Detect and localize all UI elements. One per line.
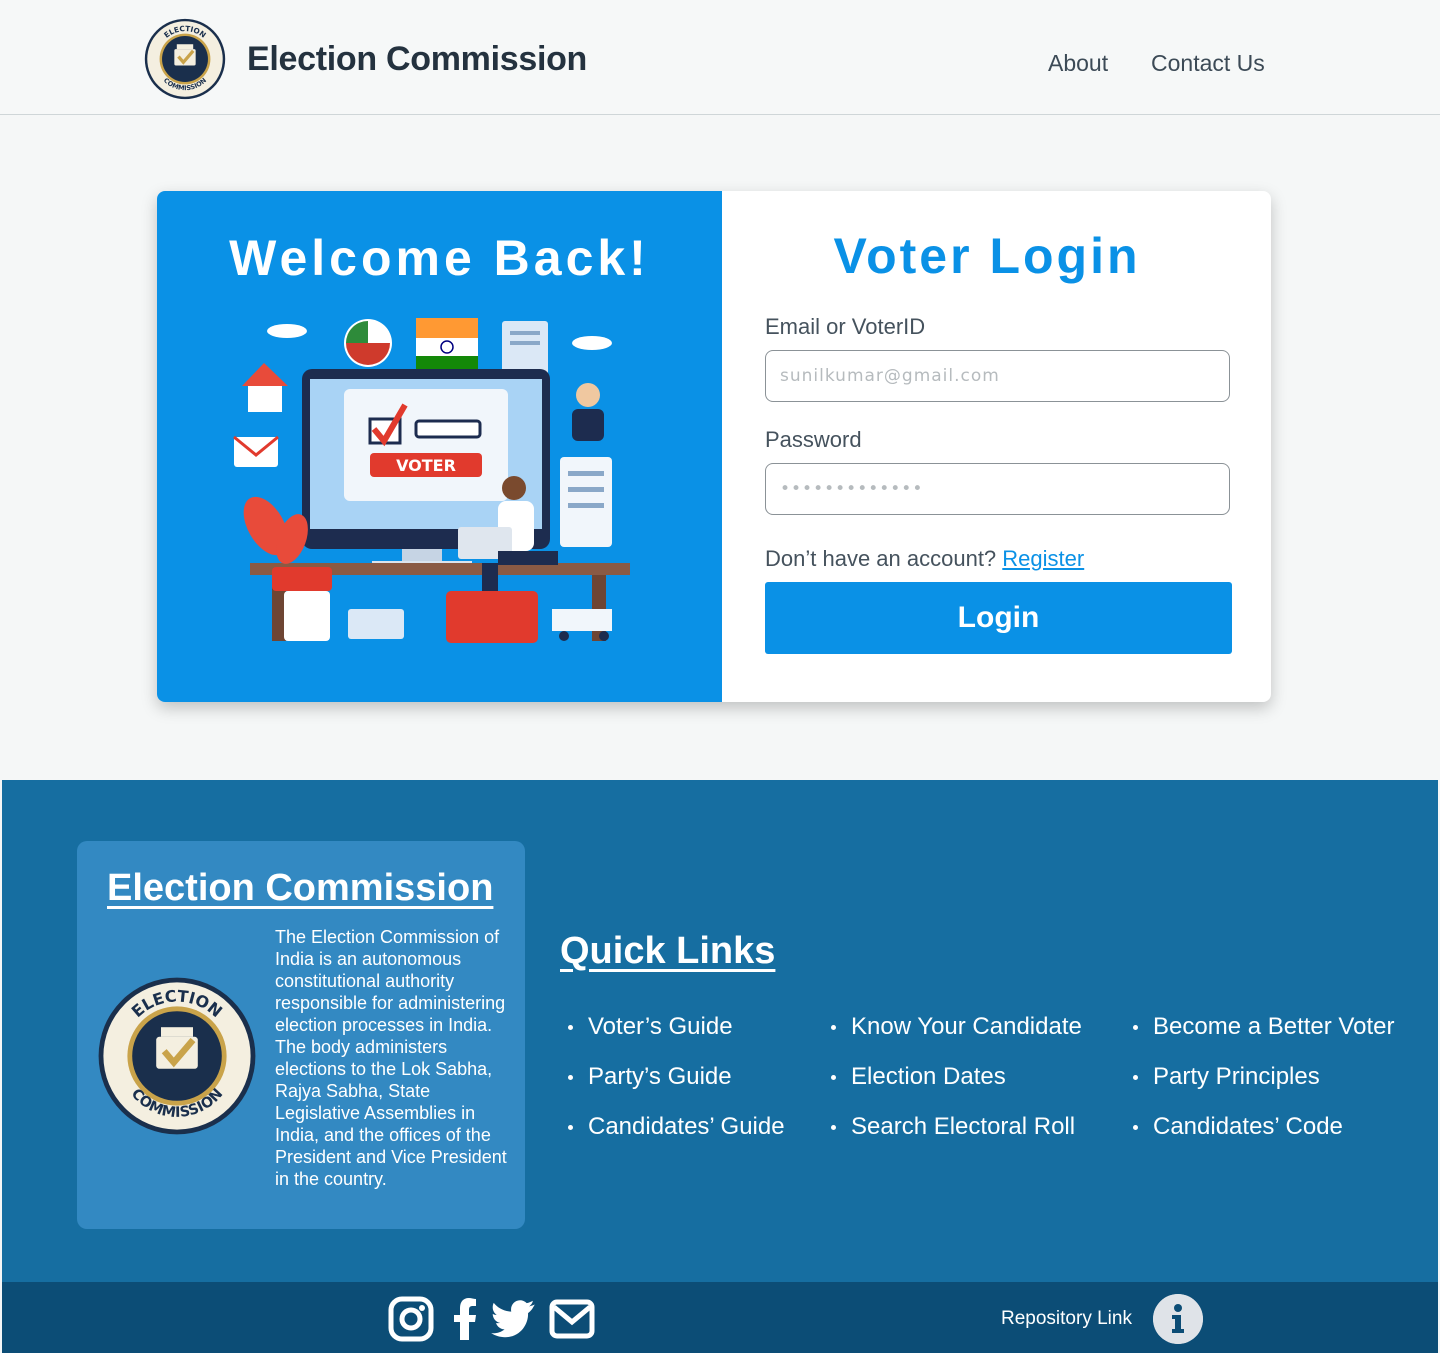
voting-illustration: VOTER bbox=[233, 318, 630, 643]
instagram-icon[interactable] bbox=[388, 1296, 434, 1342]
password-label: Password bbox=[765, 427, 862, 452]
bottom-bar: Repository Link bbox=[2, 1282, 1438, 1353]
election-commission-seal: ELECTION COMMISSION bbox=[98, 977, 256, 1135]
repository-link[interactable]: Repository Link bbox=[1001, 1308, 1132, 1330]
quick-link-voters-guide[interactable]: Voter’s Guide bbox=[566, 1002, 785, 1052]
no-account-text: Don’t have an account? bbox=[765, 546, 997, 571]
quick-link-election-dates[interactable]: Election Dates bbox=[829, 1052, 1082, 1102]
election-commission-logo[interactable]: ELECTION COMMISSION bbox=[144, 18, 226, 100]
quick-link-candidates-guide[interactable]: Candidates’ Guide bbox=[566, 1102, 785, 1152]
quick-link-party-principles[interactable]: Party Principles bbox=[1131, 1052, 1394, 1102]
nav-contact-us[interactable]: Contact Us bbox=[1151, 50, 1265, 77]
footer-about-title[interactable]: Election Commission bbox=[107, 867, 493, 910]
login-heading: Voter Login bbox=[833, 228, 1141, 284]
twitter-icon[interactable] bbox=[490, 1296, 536, 1342]
welcome-heading: Welcome Back! bbox=[229, 230, 650, 286]
info-icon[interactable] bbox=[1153, 1294, 1203, 1344]
quick-links-column-3: Become a Better Voter Party Principles C… bbox=[1131, 1002, 1394, 1152]
email-icon[interactable] bbox=[549, 1296, 595, 1342]
about-description: The Election Commission of India is an a… bbox=[275, 927, 507, 1189]
quick-link-candidates-code[interactable]: Candidates’ Code bbox=[1131, 1102, 1394, 1152]
quick-link-know-your-candidate[interactable]: Know Your Candidate bbox=[829, 1002, 1082, 1052]
nav-about[interactable]: About bbox=[1048, 50, 1108, 77]
quick-links-column-2: Know Your Candidate Election Dates Searc… bbox=[829, 1002, 1082, 1152]
login-button[interactable]: Login bbox=[765, 582, 1232, 654]
svg-text:VOTER: VOTER bbox=[396, 456, 456, 475]
no-account-prompt: Don’t have an account? Register bbox=[765, 546, 1084, 572]
site-title[interactable]: Election Commission bbox=[247, 40, 587, 79]
welcome-panel: Welcome Back! VOTER bbox=[157, 191, 722, 702]
login-card: Welcome Back! VOTER Voter Login Email or… bbox=[157, 191, 1271, 702]
facebook-icon[interactable] bbox=[442, 1296, 488, 1342]
about-box: Election Commission ELECTION COMMISSION … bbox=[77, 841, 525, 1229]
site-header: ELECTION COMMISSION Election Commission … bbox=[0, 0, 1440, 115]
quick-link-search-electoral-roll[interactable]: Search Electoral Roll bbox=[829, 1102, 1082, 1152]
site-footer: Election Commission ELECTION COMMISSION … bbox=[2, 780, 1438, 1282]
register-link[interactable]: Register bbox=[1002, 546, 1084, 571]
quick-link-become-better-voter[interactable]: Become a Better Voter bbox=[1131, 1002, 1394, 1052]
quick-link-partys-guide[interactable]: Party’s Guide bbox=[566, 1052, 785, 1102]
email-label: Email or VoterID bbox=[765, 314, 926, 339]
email-input[interactable] bbox=[765, 350, 1230, 402]
password-input[interactable] bbox=[765, 463, 1230, 515]
login-form-panel: Voter Login Email or VoterID Password Do… bbox=[722, 191, 1271, 702]
quick-links-title: Quick Links bbox=[560, 930, 776, 972]
quick-links-column-1: Voter’s Guide Party’s Guide Candidates’ … bbox=[566, 1002, 785, 1152]
